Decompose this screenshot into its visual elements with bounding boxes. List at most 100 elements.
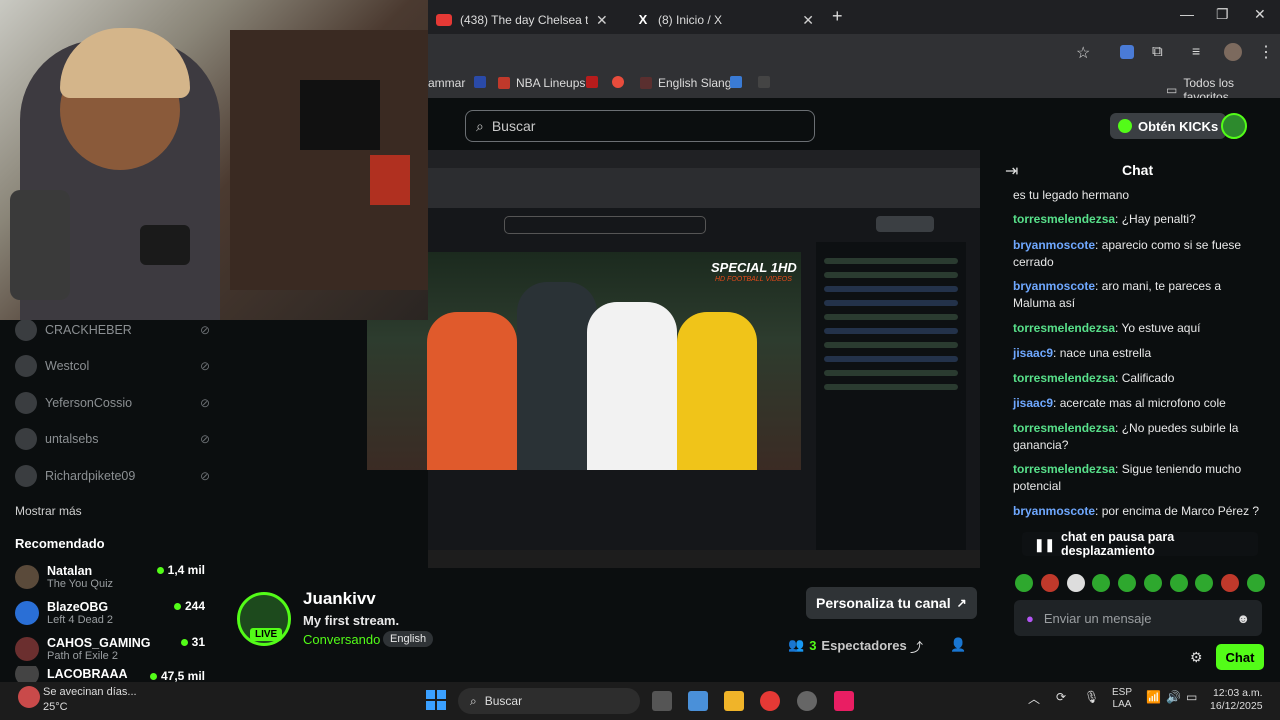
recommended-item[interactable]: LACOBRAAA 47,5 mil [15, 666, 205, 682]
tray-mic-icon[interactable]: 🎙 [1084, 690, 1099, 704]
microphone-icon[interactable]: ● [1026, 611, 1034, 626]
customize-channel-button[interactable]: Personaliza tu canal ↗ [806, 587, 977, 619]
weather-icon[interactable] [18, 686, 40, 708]
tab-label: (438) The day Chelsea took Rev [460, 13, 588, 27]
channel-name: LACOBRAAA [47, 667, 128, 681]
streamer-name[interactable]: Juankivv [303, 589, 376, 609]
close-icon[interactable]: ✕ [596, 12, 608, 29]
media-control-icon[interactable]: ≡ [1192, 43, 1200, 59]
new-tab-button[interactable]: + [832, 6, 843, 27]
chat-username[interactable]: torresmelendezsa [1013, 212, 1115, 226]
emote-icon[interactable] [1143, 574, 1162, 592]
bookmark-english-slang[interactable]: English Slang [640, 76, 731, 90]
bookmark-red[interactable] [586, 76, 598, 88]
get-kicks-button[interactable]: Obtén KICKs [1110, 113, 1227, 139]
bookmark-blue[interactable] [730, 76, 742, 88]
emote-icon[interactable] [1066, 574, 1085, 592]
avatar [15, 666, 39, 682]
sidebar-item-yefersoncossio[interactable]: YefersonCossio ⊘ [15, 390, 210, 416]
bookmark-circle[interactable] [612, 76, 624, 88]
menu-kebab-icon[interactable]: ⋮ [1258, 42, 1274, 62]
chat-username[interactable]: jisaac9 [1013, 396, 1053, 410]
wifi-icon[interactable]: 📶 [1146, 690, 1161, 704]
obs-icon[interactable] [797, 691, 817, 711]
emote-icon[interactable] [1195, 574, 1214, 592]
profile-avatar[interactable] [1224, 43, 1242, 61]
mirror-toolbar [428, 168, 980, 208]
tray-chevron-icon[interactable]: ︿ [1028, 690, 1040, 707]
viewer-count: 👥 3 Espectadores [788, 637, 907, 653]
emote-icon[interactable] [1015, 574, 1033, 592]
sidebar-item-westcol[interactable]: Westcol ⊘ [15, 353, 210, 379]
tab-x[interactable]: X (8) Inicio / X ✕ [636, 6, 814, 34]
task-view-icon[interactable] [652, 691, 672, 711]
chat-text: ¿Hay penalti? [1121, 212, 1196, 226]
send-chat-button[interactable]: Chat [1216, 644, 1264, 670]
sidebar-item-untalsebs[interactable]: untalsebs ⊘ [15, 426, 210, 452]
language-tag[interactable]: English [383, 631, 434, 647]
emote-icon[interactable] [1221, 574, 1240, 592]
chat-text: por encima de Marco Pérez ? [1101, 504, 1260, 518]
chat-username[interactable]: torresmelendezsa [1013, 421, 1115, 435]
share-icon[interactable]: ⤴ [910, 637, 923, 656]
maximize-icon[interactable]: ❐ [1216, 6, 1229, 23]
chat-paused-banner[interactable]: ❚❚ chat en pausa para desplazamiento [1022, 530, 1258, 558]
input-language[interactable]: ESP LAA [1112, 687, 1132, 711]
recommended-item[interactable]: Natalan The You Quiz 1,4 mil [15, 560, 205, 594]
follow-user-icon[interactable]: 👤 [950, 637, 966, 653]
chat-username[interactable]: torresmelendezsa [1013, 371, 1115, 385]
chrome-icon[interactable] [760, 691, 780, 711]
show-more-link[interactable]: Mostrar más [15, 504, 82, 518]
bookmark-star-icon[interactable]: ☆ [1076, 43, 1090, 63]
battery-icon[interactable]: ▭ [1186, 690, 1197, 704]
tab-youtube[interactable]: (438) The day Chelsea took Rev ✕ [436, 6, 616, 34]
chat-username[interactable]: torresmelendezsa [1013, 321, 1115, 335]
window-close-icon[interactable]: ✕ [1254, 6, 1266, 23]
chat-username[interactable]: bryanmoscote [1013, 504, 1095, 518]
extension-icon[interactable] [1120, 45, 1134, 59]
emote-icon[interactable] [1092, 574, 1111, 592]
extensions-puzzle-icon[interactable]: ⧉ [1152, 43, 1163, 60]
emote-icon[interactable] [1118, 574, 1137, 592]
channel-name: Richardpikete09 [45, 469, 136, 483]
recommended-item[interactable]: CAHOS_GAMING Path of Exile 2 31 [15, 632, 205, 666]
chat-message: jisaac9: acercate mas al microfono cole [1013, 396, 1226, 410]
emote-icon[interactable] [1040, 574, 1059, 592]
chat-username[interactable]: bryanmoscote [1013, 238, 1095, 252]
volume-icon[interactable]: 🔊 [1166, 690, 1181, 704]
settings-gear-icon[interactable]: ⚙ [1190, 649, 1203, 666]
file-explorer-icon[interactable] [724, 691, 744, 711]
sidebar-item-richardpikete09[interactable]: Richardpikete09 ⊘ [15, 463, 210, 489]
collapse-chat-icon[interactable]: ⇥ [1005, 161, 1018, 181]
search-input[interactable]: ⌕ Buscar [465, 110, 815, 142]
tray-sync-icon[interactable]: ⟳ [1056, 690, 1066, 704]
chat-username[interactable]: bryanmoscote [1013, 279, 1095, 293]
emote-icon[interactable] [1246, 574, 1265, 592]
chat-username[interactable]: jisaac9 [1013, 346, 1053, 360]
chat-input[interactable]: ● Enviar un mensaje ☻ [1014, 600, 1262, 636]
get-kicks-label: Obtén KICKs [1138, 118, 1219, 134]
stream-category[interactable]: Conversando [303, 632, 380, 647]
emote-icon[interactable] [1169, 574, 1188, 592]
minimize-icon[interactable]: — [1180, 6, 1194, 22]
bookmark-grid[interactable] [758, 76, 770, 88]
windows-start-icon[interactable] [426, 690, 446, 710]
user-avatar[interactable] [1221, 113, 1247, 139]
mlb-icon[interactable] [474, 76, 486, 88]
chat-username[interactable]: torresmelendezsa [1013, 462, 1115, 476]
taskbar-search[interactable]: ⌕ Buscar [458, 688, 640, 714]
recommended-item[interactable]: BlazeOBG Left 4 Dead 2 244 [15, 596, 205, 630]
copilot-icon[interactable] [688, 691, 708, 711]
video-player[interactable]: SPECIAL 1HD HD FOOTBALL VIDEOS [367, 252, 801, 470]
chat-message: torresmelendezsa: Calificado [1013, 371, 1175, 385]
close-icon[interactable]: ✕ [802, 12, 814, 29]
bookmark-nba-lineups[interactable]: NBA Lineups [498, 76, 585, 90]
bookmark-item[interactable]: ammar [428, 76, 465, 90]
chat-message: bryanmoscote: por encima de Marco Pérez … [1013, 504, 1260, 518]
mirror-tab-strip [428, 150, 980, 168]
emoji-icon[interactable]: ☻ [1236, 611, 1250, 626]
clock[interactable]: 12:03 a.m. 16/12/2025 [1210, 687, 1263, 713]
sidebar-item-crackheber[interactable]: CRACKHEBER ⊘ [15, 317, 210, 343]
tiktok-icon[interactable] [834, 691, 854, 711]
weather-text[interactable]: Se avecinan días... [43, 686, 137, 698]
